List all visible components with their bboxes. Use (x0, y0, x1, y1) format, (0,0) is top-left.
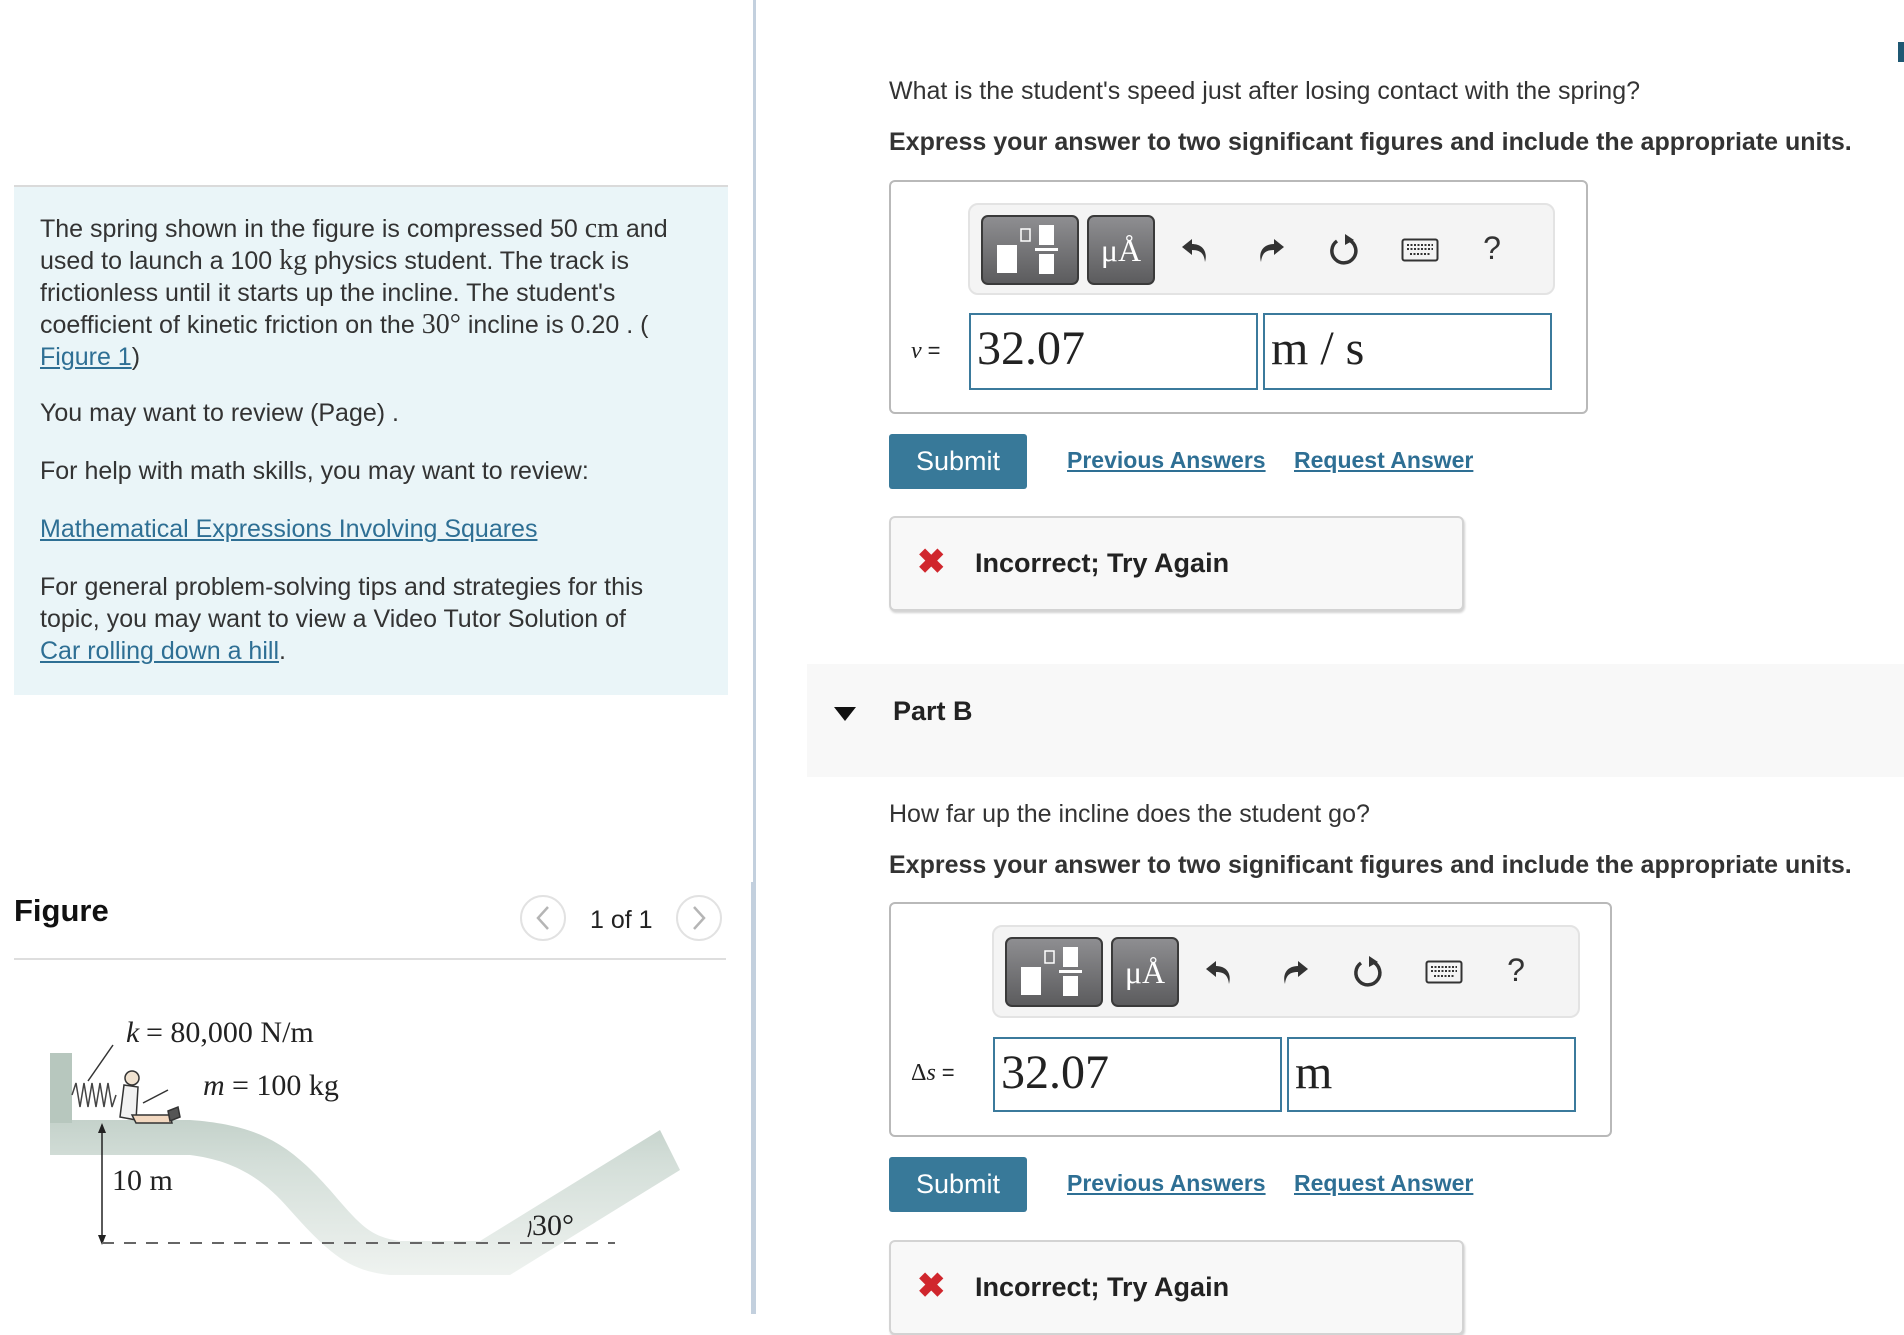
mass-label: = 100 kg (232, 1069, 339, 1102)
reset-button[interactable] (1343, 947, 1393, 997)
figure-1-link[interactable]: Figure 1 (40, 343, 132, 371)
part-b-header[interactable]: Part B (807, 664, 1904, 777)
part-b-request-answer-link[interactable]: Request Answer (1294, 1170, 1473, 1197)
figure-image: k = 80,000 N/m m = 100 kg 10 m 30° (40, 975, 720, 1285)
tips-text: For general problem-solving tips and str… (40, 573, 644, 665)
part-a-feedback-text: Incorrect; Try Again (975, 548, 1230, 578)
part-a-previous-answers-link[interactable]: Previous Answers (1067, 447, 1266, 474)
panel-scrollbar[interactable] (751, 882, 756, 1314)
part-a-units-input[interactable]: m / s (1263, 313, 1552, 390)
redo-icon (1260, 239, 1284, 262)
incorrect-x-icon: ✖ (917, 1267, 946, 1305)
figure-prev-button[interactable] (520, 895, 566, 941)
part-b-instruction: Express your answer to two significant f… (889, 851, 1852, 879)
height-label: 10 m (112, 1164, 173, 1197)
track-diagram: k = 80,000 N/m m = 100 kg 10 m 30° (50, 1016, 680, 1275)
units-button[interactable]: μÅ (1111, 937, 1179, 1007)
problem-statement: The spring shown in the figure is compre… (14, 185, 728, 695)
student-figure (119, 1070, 181, 1124)
templates-button[interactable] (981, 215, 1079, 285)
part-b-title: Part B (893, 696, 973, 726)
spring-icon (71, 1082, 117, 1108)
templates-icon (1021, 947, 1082, 996)
part-a-variable-label: v = (911, 338, 941, 364)
part-b-question: How far up the incline does the student … (889, 800, 1370, 828)
undo-button[interactable] (1170, 225, 1220, 275)
reset-icon (1354, 956, 1382, 987)
redo-button[interactable] (1270, 947, 1320, 997)
keyboard-button[interactable] (1390, 225, 1450, 275)
templates-icon (997, 225, 1058, 274)
units-icon: μÅ (1100, 231, 1142, 268)
part-a-request-answer-link[interactable]: Request Answer (1294, 447, 1473, 474)
part-a-value-input[interactable]: 32.07 (969, 313, 1258, 390)
units-icon: μÅ (1124, 953, 1166, 990)
help-button[interactable]: ? (1491, 945, 1541, 995)
collapse-triangle-icon[interactable] (834, 707, 856, 723)
part-a-question: What is the student's speed just after l… (889, 77, 1641, 105)
part-a-math-toolbar: μÅ ? (968, 203, 1555, 295)
help-button[interactable]: ? (1467, 223, 1517, 273)
part-b-math-toolbar: μÅ ? (992, 925, 1580, 1018)
part-b-previous-answers-link[interactable]: Previous Answers (1067, 1170, 1266, 1197)
part-b-variable-label: Δs = (911, 1060, 955, 1086)
part-a-submit-button[interactable]: Submit (889, 434, 1027, 489)
figure-divider (14, 958, 726, 960)
help-icon: ? (1483, 229, 1501, 266)
chevron-left-icon (536, 906, 549, 930)
templates-button[interactable] (1005, 937, 1103, 1007)
undo-icon (1206, 961, 1230, 984)
video-tutor-link[interactable]: Car rolling down a hill (40, 637, 279, 665)
figure-title: Figure (14, 893, 109, 928)
incorrect-x-icon: ✖ (917, 543, 946, 581)
review-text: You may want to review (Page) . (40, 399, 399, 427)
keyboard-button[interactable] (1414, 947, 1474, 997)
redo-icon (1284, 961, 1308, 984)
reset-icon (1330, 234, 1358, 265)
redo-button[interactable] (1246, 225, 1296, 275)
problem-intro: The spring shown in the figure is compre… (40, 213, 668, 371)
keyboard-icon (1401, 238, 1439, 262)
angle-label: 30° (532, 1209, 574, 1242)
math-expressions-link[interactable]: Mathematical Expressions Involving Squar… (40, 515, 537, 543)
part-b-units-input[interactable]: m (1287, 1037, 1576, 1112)
keyboard-icon (1425, 960, 1463, 984)
reset-button[interactable] (1319, 225, 1369, 275)
m-var-label: m (203, 1069, 225, 1102)
k-var-label: k (126, 1016, 140, 1049)
undo-icon (1182, 239, 1206, 262)
part-b-feedback: ✖ Incorrect; Try Again (889, 1240, 1464, 1335)
part-b-value-input[interactable]: 32.07 (993, 1037, 1282, 1112)
part-b-submit-button[interactable]: Submit (889, 1157, 1027, 1212)
units-button[interactable]: μÅ (1087, 215, 1155, 285)
spring-constant-label: = 80,000 N/m (146, 1016, 314, 1049)
chevron-right-icon (693, 906, 706, 930)
side-tab-marker[interactable] (1898, 42, 1904, 62)
part-a-feedback: ✖ Incorrect; Try Again (889, 516, 1464, 611)
help-icon: ? (1507, 951, 1525, 988)
part-a-instruction: Express your answer to two significant f… (889, 128, 1852, 156)
figure-next-button[interactable] (676, 895, 722, 941)
part-b-feedback-text: Incorrect; Try Again (975, 1272, 1230, 1302)
spring-wall (50, 1053, 72, 1123)
math-help-text: For help with math skills, you may want … (40, 457, 589, 485)
undo-button[interactable] (1194, 947, 1244, 997)
figure-pager-text: 1 of 1 (590, 906, 653, 934)
